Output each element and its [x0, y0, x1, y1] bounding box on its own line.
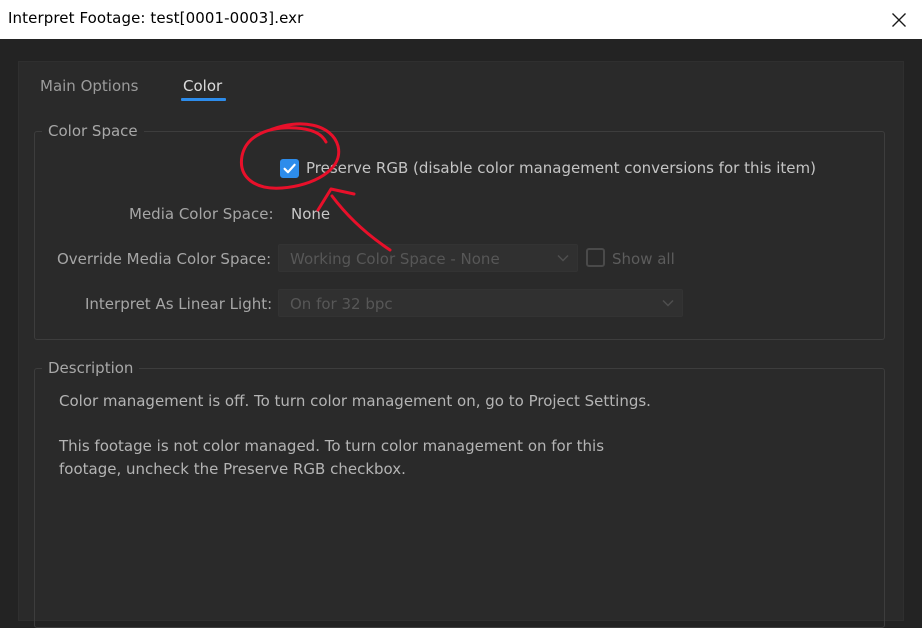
tab-panel: Main Options Color Color Space Preserve …: [18, 61, 904, 628]
description-line-1: Color management is off. To turn color m…: [59, 392, 651, 410]
dialog-body: Main Options Color Color Space Preserve …: [0, 39, 922, 628]
close-button[interactable]: [876, 0, 922, 39]
active-tab-indicator: [181, 98, 226, 101]
media-color-space-label: Media Color Space:: [129, 205, 274, 223]
chevron-down-icon: [557, 255, 569, 262]
tab-color[interactable]: Color: [183, 77, 222, 95]
show-all-label: Show all: [612, 250, 675, 268]
interpret-linear-light-selected: On for 32 bpc: [290, 295, 393, 313]
interpret-linear-light-dropdown[interactable]: On for 32 bpc: [278, 289, 683, 317]
description-line-3: footage, uncheck the Preserve RGB checkb…: [59, 460, 406, 478]
media-color-space-value: None: [291, 205, 331, 223]
show-all-checkbox[interactable]: [586, 248, 605, 267]
color-space-group: Color Space Preserve RGB (disable color …: [34, 122, 885, 340]
color-space-legend: Color Space: [42, 122, 144, 140]
chevron-down-icon: [662, 300, 674, 307]
description-line-2: This footage is not color managed. To tu…: [59, 437, 605, 455]
description-legend: Description: [42, 359, 140, 377]
interpret-linear-light-label: Interpret As Linear Light:: [85, 295, 273, 313]
description-group: Description Color management is off. To …: [34, 359, 885, 628]
override-media-color-space-label: Override Media Color Space:: [57, 250, 272, 268]
checkmark-icon: [283, 163, 296, 174]
override-media-color-space-selected: Working Color Space - None: [290, 250, 500, 268]
window-title: Interpret Footage: test[0001-0003].exr: [8, 9, 304, 27]
preserve-rgb-label[interactable]: Preserve RGB (disable color management c…: [306, 159, 816, 177]
tab-main-options[interactable]: Main Options: [40, 77, 138, 95]
override-media-color-space-dropdown[interactable]: Working Color Space - None: [278, 244, 578, 272]
close-icon: [892, 12, 906, 27]
preserve-rgb-checkbox[interactable]: [280, 159, 299, 178]
title-bar: Interpret Footage: test[0001-0003].exr: [0, 0, 922, 39]
